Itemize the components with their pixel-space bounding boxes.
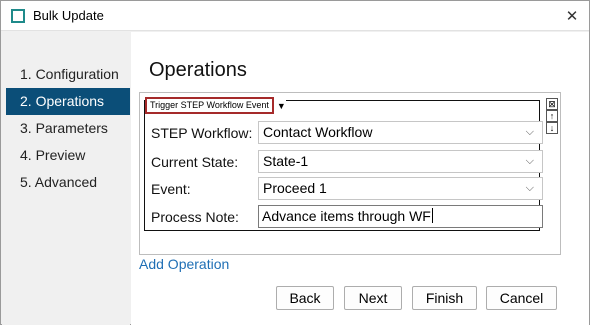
event-row: Event: Proceed 1 ⌵ <box>151 177 543 201</box>
current-state-label: Current State: <box>151 154 239 170</box>
move-up-icon[interactable]: ↑ <box>546 110 558 122</box>
operation-header: Trigger STEP Workflow Event ▼ <box>145 97 286 114</box>
step-advanced[interactable]: 5. Advanced <box>6 169 130 196</box>
operation-card: Trigger STEP Workflow Event ▼ STEP Workf… <box>144 97 543 231</box>
process-note-input[interactable]: Advance items through WF <box>258 205 543 228</box>
close-icon[interactable]: ✕ <box>559 3 585 29</box>
operations-list: Trigger STEP Workflow Event ▼ STEP Workf… <box>139 92 561 255</box>
chevron-down-icon: ⌵ <box>525 126 534 138</box>
bulk-update-dialog: Bulk Update ✕ 1. Configuration 2. Operat… <box>0 0 590 325</box>
operations-page: Operations Trigger STEP Workflow Event ▼… <box>131 32 589 325</box>
step-operations[interactable]: 2. Operations <box>6 88 130 115</box>
text-cursor <box>431 208 433 223</box>
process-note-value: Advance items through WF <box>262 208 431 224</box>
window-title: Bulk Update <box>33 8 104 23</box>
current-state-select[interactable]: State-1 ⌵ <box>258 150 543 173</box>
event-label: Event: <box>151 181 191 197</box>
add-operation-link[interactable]: Add Operation <box>139 256 229 272</box>
move-down-icon[interactable]: ↓ <box>546 122 558 134</box>
back-button[interactable]: Back <box>276 286 334 310</box>
step-workflow-value: Contact Workflow <box>263 124 373 140</box>
step-parameters[interactable]: 3. Parameters <box>6 115 130 142</box>
step-workflow-label: STEP Workflow: <box>151 125 253 141</box>
current-state-row: Current State: State-1 ⌵ <box>151 150 543 174</box>
process-note-label: Process Note: <box>151 209 239 225</box>
event-value: Proceed 1 <box>263 180 327 196</box>
current-state-value: State-1 <box>263 153 309 169</box>
step-workflow-select[interactable]: Contact Workflow ⌵ <box>258 121 543 144</box>
step-preview[interactable]: 4. Preview <box>6 142 130 169</box>
process-note-row: Process Note: Advance items through WF <box>151 205 543 229</box>
step-workflow-row: STEP Workflow: Contact Workflow ⌵ <box>151 121 543 145</box>
operation-type-selector[interactable]: Trigger STEP Workflow Event <box>145 97 274 114</box>
title-bar: Bulk Update ✕ <box>1 1 589 31</box>
chevron-down-icon: ⌵ <box>525 182 534 194</box>
cancel-button[interactable]: Cancel <box>486 286 557 310</box>
chevron-down-icon: ⌵ <box>525 155 534 167</box>
window-icon <box>11 9 25 23</box>
chevron-down-icon[interactable]: ▼ <box>277 101 286 111</box>
page-title: Operations <box>149 59 247 81</box>
step-configuration[interactable]: 1. Configuration <box>6 61 130 88</box>
finish-button[interactable]: Finish <box>412 286 477 310</box>
next-button[interactable]: Next <box>344 286 402 310</box>
remove-operation-icon[interactable]: ⊠ <box>546 98 558 110</box>
event-select[interactable]: Proceed 1 ⌵ <box>258 177 543 200</box>
wizard-steps: 1. Configuration 2. Operations 3. Parame… <box>2 34 130 325</box>
